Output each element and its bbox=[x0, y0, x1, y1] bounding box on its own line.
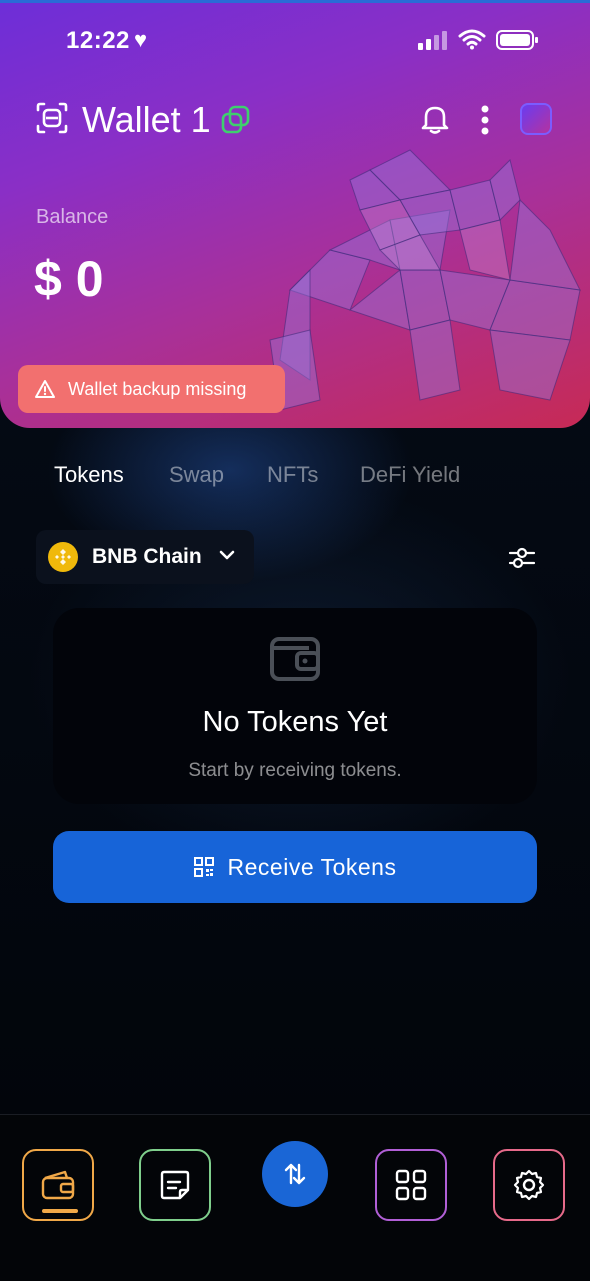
wallet-icon bbox=[41, 1170, 75, 1200]
empty-state-title: No Tokens Yet bbox=[202, 706, 388, 738]
wallet-name[interactable]: Wallet 1 bbox=[82, 98, 211, 142]
receive-tokens-label: Receive Tokens bbox=[227, 853, 397, 880]
empty-state-card: No Tokens Yet Start by receiving tokens. bbox=[53, 608, 537, 804]
asset-tabs: Tokens Swap NFTs DeFi Yield bbox=[0, 462, 590, 492]
status-bar: 12:22 ♥ bbox=[0, 24, 590, 58]
grid-icon bbox=[395, 1169, 427, 1201]
chain-selector-label: BNB Chain bbox=[92, 545, 202, 568]
note-icon bbox=[160, 1170, 190, 1200]
empty-state-subtitle: Start by receiving tokens. bbox=[188, 760, 402, 781]
chevron-down-icon bbox=[219, 550, 235, 560]
qr-code-icon bbox=[193, 857, 214, 877]
wallet-icon bbox=[270, 637, 320, 681]
bull-illustration bbox=[269, 149, 581, 411]
receive-tokens-button[interactable]: Receive Tokens bbox=[53, 831, 537, 903]
wallet-logo-icon bbox=[36, 102, 68, 134]
tab-tokens[interactable]: Tokens bbox=[54, 462, 124, 488]
tab-swap[interactable]: Swap bbox=[169, 462, 224, 488]
nav-notes-button[interactable] bbox=[139, 1149, 211, 1221]
nav-swap-button[interactable] bbox=[262, 1141, 328, 1207]
signal-icon bbox=[418, 31, 447, 50]
bell-icon[interactable] bbox=[420, 103, 450, 135]
warning-icon bbox=[34, 379, 56, 399]
avatar[interactable] bbox=[520, 103, 552, 135]
nav-settings-button[interactable] bbox=[493, 1149, 565, 1221]
status-time: 12:22 bbox=[66, 27, 130, 54]
backup-warning-button[interactable]: Wallet backup missing bbox=[18, 365, 285, 413]
tab-nfts[interactable]: NFTs bbox=[267, 462, 318, 488]
more-vertical-icon[interactable] bbox=[478, 105, 492, 135]
nav-apps-button[interactable] bbox=[375, 1149, 447, 1221]
balance-value: $ 0 bbox=[34, 251, 104, 307]
swap-arrows-icon bbox=[284, 1163, 306, 1185]
backup-warning-text: Wallet backup missing bbox=[68, 378, 247, 399]
heart-icon: ♥ bbox=[134, 27, 148, 52]
copy-icon[interactable] bbox=[220, 104, 252, 136]
nav-wallet-button[interactable] bbox=[22, 1149, 94, 1221]
chain-selector[interactable]: BNB Chain bbox=[36, 530, 254, 584]
balance-label: Balance bbox=[36, 206, 109, 228]
filter-settings-icon[interactable] bbox=[508, 544, 536, 572]
battery-icon bbox=[496, 30, 538, 50]
wallet-header-card: 12:22 ♥ Wallet 1 Balance $ 0 Wallet back… bbox=[0, 0, 590, 428]
tab-defi-yield[interactable]: DeFi Yield bbox=[360, 462, 460, 488]
bottom-navigation bbox=[0, 1114, 590, 1281]
bnb-chain-icon bbox=[48, 542, 78, 572]
wifi-icon bbox=[458, 29, 486, 50]
gear-icon bbox=[513, 1169, 545, 1201]
